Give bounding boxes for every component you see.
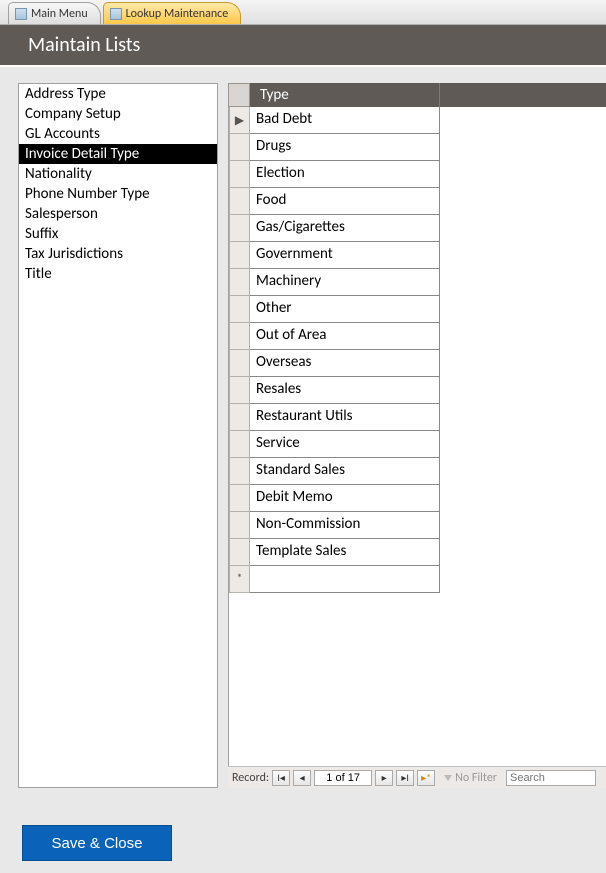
row-selector[interactable]: ▶: [229, 107, 250, 134]
row-selector[interactable]: [229, 512, 250, 539]
row-selector[interactable]: [229, 296, 250, 323]
list-item[interactable]: Title: [19, 264, 217, 284]
table-row[interactable]: Election: [229, 161, 606, 188]
table-row[interactable]: Out of Area: [229, 323, 606, 350]
nav-next-button[interactable]: ▸: [375, 770, 393, 786]
row-selector-new[interactable]: *: [229, 566, 250, 593]
row-selector-header[interactable]: [228, 83, 250, 107]
list-item[interactable]: Suffix: [19, 224, 217, 244]
cell-type[interactable]: Drugs: [250, 134, 440, 161]
table-row[interactable]: Resales: [229, 377, 606, 404]
cell-type[interactable]: Service: [250, 431, 440, 458]
cell-type[interactable]: Food: [250, 188, 440, 215]
row-selector[interactable]: [229, 242, 250, 269]
row-selector[interactable]: [229, 350, 250, 377]
list-item[interactable]: Address Type: [19, 84, 217, 104]
page-title: Maintain Lists: [28, 33, 140, 57]
tabs-bar: Main Menu Lookup Maintenance: [0, 0, 606, 25]
table-row[interactable]: Debit Memo: [229, 485, 606, 512]
filter-icon: [444, 775, 452, 781]
table-row[interactable]: Machinery: [229, 269, 606, 296]
page-header: Maintain Lists: [0, 25, 606, 67]
nav-new-button[interactable]: ▸*: [417, 770, 435, 786]
row-selector[interactable]: [229, 323, 250, 350]
cell-type[interactable]: Debit Memo: [250, 485, 440, 512]
cell-type[interactable]: Restaurant Utils: [250, 404, 440, 431]
row-selector[interactable]: [229, 134, 250, 161]
grid-panel: Type ▶Bad DebtDrugsElectionFoodGas/Cigar…: [228, 83, 606, 788]
table-row[interactable]: Template Sales: [229, 539, 606, 566]
tab-main-menu[interactable]: Main Menu: [8, 2, 101, 24]
table-row[interactable]: Overseas: [229, 350, 606, 377]
row-selector[interactable]: [229, 539, 250, 566]
table-row[interactable]: Drugs: [229, 134, 606, 161]
grid-header-row: Type: [228, 83, 606, 107]
list-panel[interactable]: Address TypeCompany SetupGL AccountsInvo…: [18, 83, 218, 788]
list-item[interactable]: Company Setup: [19, 104, 217, 124]
row-selector[interactable]: [229, 458, 250, 485]
row-selector[interactable]: [229, 188, 250, 215]
cell-type[interactable]: Government: [250, 242, 440, 269]
list-item[interactable]: GL Accounts: [19, 124, 217, 144]
table-row[interactable]: Food: [229, 188, 606, 215]
table-row-new[interactable]: *: [229, 566, 606, 593]
cell-type[interactable]: Gas/Cigarettes: [250, 215, 440, 242]
form-icon: [15, 8, 27, 20]
column-header-type[interactable]: Type: [250, 83, 440, 107]
cell-type[interactable]: Other: [250, 296, 440, 323]
cell-type[interactable]: Election: [250, 161, 440, 188]
row-selector[interactable]: [229, 485, 250, 512]
tab-label: Lookup Maintenance: [126, 7, 229, 21]
record-label: Record:: [232, 771, 269, 785]
list-item[interactable]: Tax Jurisdictions: [19, 244, 217, 264]
grid-body: ▶Bad DebtDrugsElectionFoodGas/Cigarettes…: [228, 107, 606, 766]
cell-type[interactable]: Out of Area: [250, 323, 440, 350]
cell-type[interactable]: Bad Debt: [250, 107, 440, 134]
cell-type[interactable]: Resales: [250, 377, 440, 404]
cell-type[interactable]: Template Sales: [250, 539, 440, 566]
cell-type[interactable]: [250, 566, 440, 593]
table-row[interactable]: ▶Bad Debt: [229, 107, 606, 134]
table-row[interactable]: Government: [229, 242, 606, 269]
cell-type[interactable]: Standard Sales: [250, 458, 440, 485]
table-row[interactable]: Service: [229, 431, 606, 458]
row-selector[interactable]: [229, 215, 250, 242]
tab-lookup-maintenance[interactable]: Lookup Maintenance: [103, 2, 242, 24]
record-position-input[interactable]: [314, 770, 372, 786]
nav-last-button[interactable]: ▸I: [396, 770, 414, 786]
list-item[interactable]: Phone Number Type: [19, 184, 217, 204]
row-selector[interactable]: [229, 269, 250, 296]
table-row[interactable]: Gas/Cigarettes: [229, 215, 606, 242]
nav-prev-button[interactable]: ◂: [293, 770, 311, 786]
cell-type[interactable]: Non-Commission: [250, 512, 440, 539]
row-selector[interactable]: [229, 377, 250, 404]
nav-first-button[interactable]: I◂: [272, 770, 290, 786]
no-filter-label: No Filter: [444, 771, 497, 785]
table-row[interactable]: Other: [229, 296, 606, 323]
list-item[interactable]: Nationality: [19, 164, 217, 184]
form-icon: [110, 8, 122, 20]
record-navigator: Record: I◂ ◂ ▸ ▸I ▸* No Filter: [228, 766, 606, 788]
list-item[interactable]: Salesperson: [19, 204, 217, 224]
cell-type[interactable]: Overseas: [250, 350, 440, 377]
row-selector[interactable]: [229, 161, 250, 188]
row-selector[interactable]: [229, 404, 250, 431]
list-item[interactable]: Invoice Detail Type: [19, 144, 217, 164]
table-row[interactable]: Restaurant Utils: [229, 404, 606, 431]
save-close-button[interactable]: Save & Close: [22, 825, 172, 861]
tab-label: Main Menu: [31, 7, 88, 21]
table-row[interactable]: Non-Commission: [229, 512, 606, 539]
table-row[interactable]: Standard Sales: [229, 458, 606, 485]
search-input[interactable]: [506, 770, 596, 786]
cell-type[interactable]: Machinery: [250, 269, 440, 296]
row-selector[interactable]: [229, 431, 250, 458]
